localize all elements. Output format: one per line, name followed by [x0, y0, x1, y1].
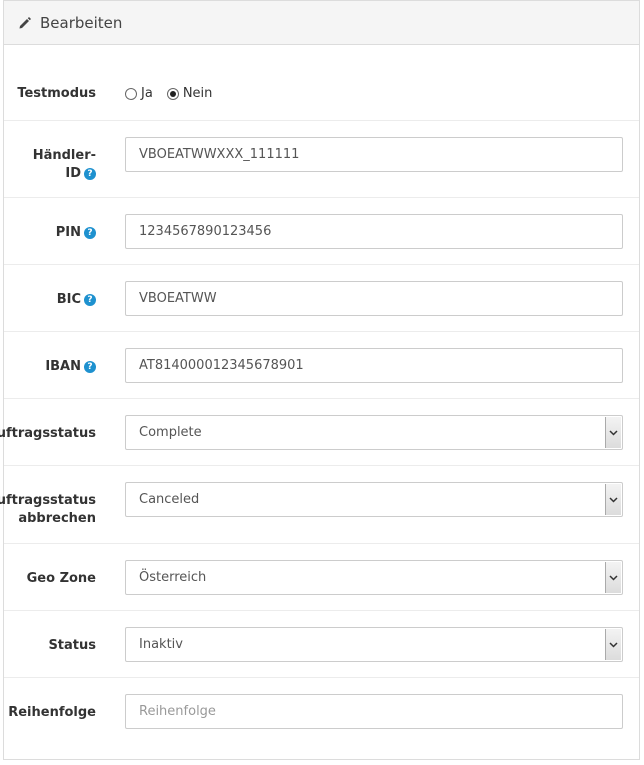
sort-order-input[interactable]: Reihenfolge — [125, 694, 623, 729]
form-row-bic: BIC? VBOEATWW — [4, 265, 639, 332]
radio-label-nein: Nein — [182, 86, 213, 101]
form-row-order-status: Auftragsstatus Complete — [0, 399, 639, 466]
form-row-merchant-id: Händler- ID? VBOEATWWXXX_111111 — [4, 121, 639, 198]
iban-label-text: IBAN — [45, 359, 81, 374]
bic-input[interactable]: VBOEATWW — [125, 281, 623, 316]
cancel-status-value: Canceled — [139, 492, 200, 507]
iban-input[interactable]: AT814000012345678901 — [125, 348, 623, 383]
form-row-testmodus: Testmodus Ja Nein — [4, 45, 639, 121]
merchant-id-input[interactable]: VBOEATWWXXX_111111 — [125, 137, 623, 172]
geo-zone-value: Österreich — [139, 570, 207, 585]
form-row-status: Status Inaktiv — [4, 611, 639, 678]
form-row-pin: PIN? 1234567890123456 — [4, 198, 639, 265]
pin-label-text: PIN — [55, 225, 81, 240]
help-icon[interactable]: ? — [84, 293, 96, 306]
help-icon[interactable]: ? — [84, 226, 96, 239]
radio-label-ja: Ja — [141, 86, 153, 101]
form-row-iban: IBAN? AT814000012345678901 — [4, 332, 639, 399]
cancel-status-label: Auftragsstatus abbrechen — [0, 492, 96, 528]
cancel-status-label-line1: Auftragsstatus — [0, 493, 96, 508]
testmodus-radio-ja[interactable] — [125, 87, 137, 100]
chevron-down-icon — [605, 629, 621, 660]
bic-label-text: BIC — [56, 292, 81, 307]
chevron-down-icon — [605, 484, 621, 515]
merchant-id-value: VBOEATWWXXX_111111 — [139, 147, 300, 162]
pin-input[interactable]: 1234567890123456 — [125, 214, 623, 249]
form-row-sort-order: Reihenfolge Reihenfolge — [4, 678, 639, 759]
help-icon[interactable]: ? — [84, 167, 96, 180]
testmodus-label: Testmodus — [17, 86, 96, 101]
status-select[interactable]: Inaktiv — [125, 627, 623, 662]
form-row-geo-zone: Geo Zone Österreich — [4, 544, 639, 611]
cancel-status-select[interactable]: Canceled — [125, 482, 623, 517]
bic-value: VBOEATWW — [139, 291, 217, 306]
panel-title: Bearbeiten — [40, 13, 123, 32]
iban-label: IBAN? — [45, 358, 96, 376]
merchant-id-label-line2: ID — [65, 166, 81, 181]
chevron-down-icon — [605, 562, 621, 593]
pin-value: 1234567890123456 — [139, 224, 272, 239]
geo-zone-select[interactable]: Österreich — [125, 560, 623, 595]
pin-label: PIN? — [56, 224, 96, 242]
edit-panel: Bearbeiten Testmodus Ja Nein Händler- ID… — [0, 0, 640, 760]
form-row-cancel-status: Auftragsstatus abbrechen Canceled — [0, 466, 639, 544]
geo-zone-label: Geo Zone — [26, 571, 96, 586]
order-status-label: Auftragsstatus — [0, 426, 96, 441]
status-label: Status — [48, 638, 96, 653]
order-status-value: Complete — [139, 425, 202, 440]
help-icon[interactable]: ? — [84, 360, 96, 373]
sort-order-placeholder: Reihenfolge — [139, 704, 216, 719]
iban-value: AT814000012345678901 — [139, 358, 304, 373]
cancel-status-label-line2: abbrechen — [18, 511, 96, 526]
testmodus-radio-group: Ja Nein — [125, 86, 226, 101]
testmodus-radio-nein[interactable] — [166, 87, 179, 100]
merchant-id-label-line1: Händler- — [32, 148, 96, 163]
pencil-icon — [18, 16, 32, 30]
merchant-id-label: Händler- ID? — [33, 147, 96, 183]
panel-heading: Bearbeiten — [4, 1, 639, 45]
sort-order-label: Reihenfolge — [8, 705, 96, 720]
chevron-down-icon — [605, 417, 621, 448]
status-value: Inaktiv — [139, 637, 183, 652]
order-status-select[interactable]: Complete — [125, 415, 623, 450]
bic-label: BIC? — [57, 291, 96, 309]
